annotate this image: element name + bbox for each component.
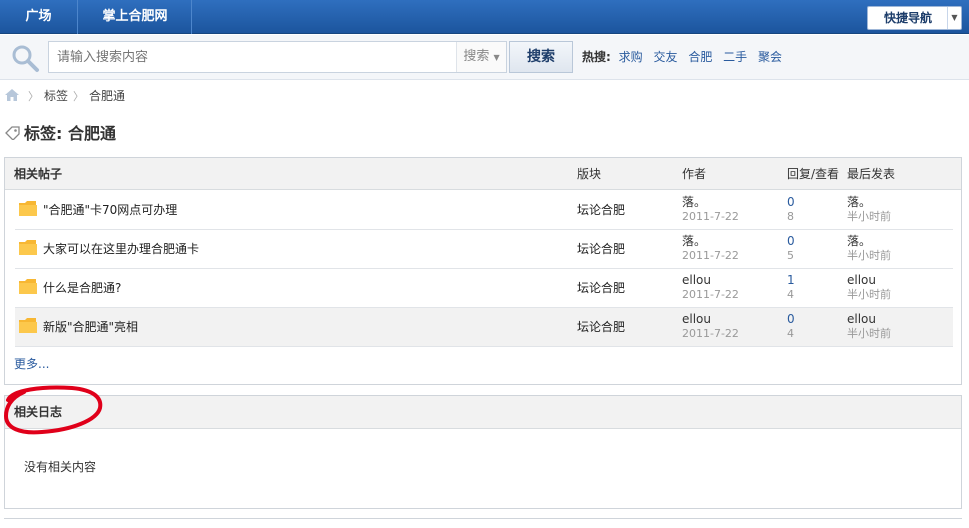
empty-message: 没有相关内容 — [24, 460, 97, 474]
nav-item-plaza[interactable]: 广场 — [0, 0, 78, 34]
thread-date: 2011-7-22 — [682, 288, 739, 301]
thread-author[interactable]: ellou — [682, 273, 711, 287]
divider — [4, 518, 962, 519]
hot-term[interactable]: 交友 — [653, 50, 677, 64]
thread-replies[interactable]: 0 — [787, 234, 795, 248]
folder-icon — [19, 279, 37, 294]
table-row: 新版"合肥通"亮相 坛论合肥 ellou 2011-7-22 0 4 ellou… — [15, 308, 953, 347]
nav-item-mobile[interactable]: 掌上合肥网 — [79, 0, 192, 34]
thread-title-link[interactable]: 大家可以在这里办理合肥通卡 — [43, 241, 199, 257]
hot-term[interactable]: 合肥 — [688, 50, 712, 64]
hot-label: 热搜: — [582, 50, 611, 64]
top-nav-bar: 广场 掌上合肥网 快捷导航 ▼ — [0, 0, 969, 34]
folder-icon — [19, 201, 37, 216]
threads-header: 相关帖子 版块 作者 回复/查看 最后发表 — [5, 158, 961, 190]
breadcrumb-separator: 〉 — [73, 90, 85, 103]
thread-title-link[interactable]: 新版"合肥通"亮相 — [43, 319, 138, 335]
thread-last-time[interactable]: 半小时前 — [847, 288, 891, 302]
thread-forum-link[interactable]: 坛论合肥 — [577, 280, 625, 296]
breadcrumb-tags[interactable]: 标签 — [44, 89, 68, 103]
thread-date: 2011-7-22 — [682, 210, 739, 223]
thread-replies[interactable]: 0 — [787, 195, 795, 209]
thread-views: 4 — [787, 288, 794, 301]
more-threads-link[interactable]: 更多... — [14, 356, 49, 372]
thread-replies[interactable]: 0 — [787, 312, 795, 326]
thread-title-link[interactable]: 什么是合肥通? — [43, 280, 121, 296]
table-row: 大家可以在这里办理合肥通卡 坛论合肥 落。 2011-7-22 0 5 落。 半… — [15, 230, 953, 269]
search-box: 搜索 ▼ — [48, 41, 507, 73]
thread-last-time[interactable]: 半小时前 — [847, 327, 891, 341]
blogs-title: 相关日志 — [14, 405, 63, 419]
col-header-author: 作者 — [682, 167, 707, 181]
col-header-thread: 相关帖子 — [14, 167, 63, 181]
breadcrumb-current: 合肥通 — [89, 89, 126, 103]
thread-forum-link[interactable]: 坛论合肥 — [577, 202, 625, 218]
thread-last-time[interactable]: 半小时前 — [847, 249, 891, 263]
page-title: 标签: 合肥通 — [5, 124, 116, 144]
folder-icon — [19, 240, 37, 255]
hot-term[interactable]: 求购 — [619, 50, 643, 64]
thread-title-link[interactable]: "合肥通"卡70网点可办理 — [43, 202, 177, 218]
table-row: 什么是合肥通? 坛论合肥 ellou 2011-7-22 1 4 ellou 半… — [15, 269, 953, 308]
thread-author[interactable]: ellou — [682, 312, 711, 326]
col-header-forum: 版块 — [577, 167, 602, 181]
hot-term[interactable]: 聚会 — [758, 50, 782, 64]
thread-views: 8 — [787, 210, 794, 223]
thread-forum-link[interactable]: 坛论合肥 — [577, 241, 625, 257]
col-header-replies: 回复/查看 — [787, 167, 840, 181]
chevron-down-icon: ▼ — [493, 53, 500, 62]
col-header-last-post: 最后发表 — [847, 167, 896, 181]
search-type-select[interactable]: 搜索 ▼ — [456, 42, 506, 72]
thread-last-author[interactable]: ellou — [847, 312, 876, 326]
folder-icon — [19, 318, 37, 333]
blogs-header: 相关日志 — [5, 396, 961, 429]
search-type-label: 搜索 — [463, 49, 490, 64]
hot-searches: 热搜: 求购 交友 合肥 二手 聚会 — [582, 48, 789, 66]
hot-term[interactable]: 二手 — [723, 50, 747, 64]
thread-author[interactable]: 落。 — [682, 234, 706, 248]
thread-replies[interactable]: 1 — [787, 273, 795, 287]
search-bar: 搜索 ▼ 搜索 热搜: 求购 交友 合肥 二手 聚会 — [0, 35, 969, 80]
search-icon — [12, 45, 39, 72]
thread-date: 2011-7-22 — [682, 249, 739, 262]
table-row: "合肥通"卡70网点可办理 坛论合肥 落。 2011-7-22 0 8 落。 半… — [15, 191, 953, 230]
thread-author[interactable]: 落。 — [682, 195, 706, 209]
thread-date: 2011-7-22 — [682, 327, 739, 340]
related-blogs-box: 相关日志 没有相关内容 — [4, 395, 962, 509]
chevron-down-icon[interactable]: ▼ — [947, 7, 961, 29]
quick-nav-button[interactable]: 快捷导航 ▼ — [867, 6, 962, 30]
thread-views: 4 — [787, 327, 794, 340]
breadcrumb-separator: 〉 — [28, 90, 39, 103]
quick-nav-label: 快捷导航 — [883, 11, 932, 25]
breadcrumb: 〉标签〉合肥通 — [5, 88, 125, 104]
thread-last-time[interactable]: 半小时前 — [847, 210, 891, 224]
thread-last-author[interactable]: ellou — [847, 273, 876, 287]
tag-icon — [5, 126, 20, 140]
thread-last-author[interactable]: 落。 — [847, 234, 871, 248]
thread-forum-link[interactable]: 坛论合肥 — [577, 319, 625, 335]
search-button[interactable]: 搜索 — [509, 41, 573, 73]
thread-views: 5 — [787, 249, 794, 262]
search-input[interactable] — [49, 42, 457, 72]
page-title-text: 标签: 合肥通 — [24, 124, 116, 143]
related-threads-box: 相关帖子 版块 作者 回复/查看 最后发表 "合肥通"卡70网点可办理 坛论合肥… — [4, 157, 962, 385]
home-icon[interactable] — [5, 89, 19, 101]
thread-last-author[interactable]: 落。 — [847, 195, 871, 209]
